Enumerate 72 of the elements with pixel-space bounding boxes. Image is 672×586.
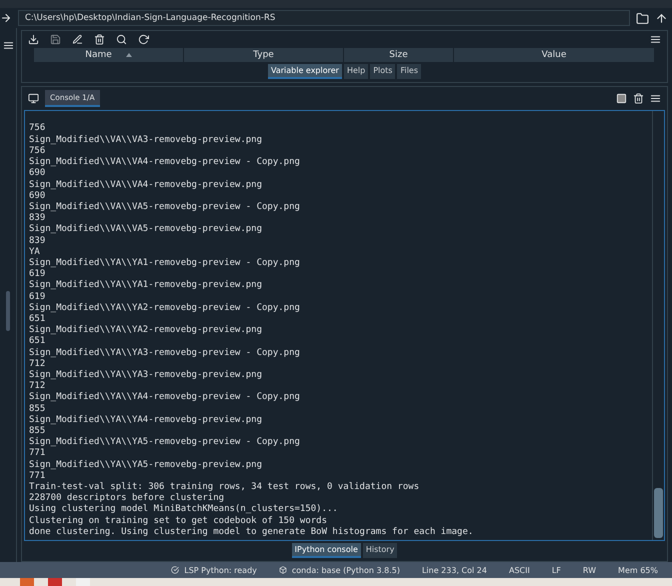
console-output-line: 839: [29, 213, 46, 224]
console-output-line: Sign_Modified\\YA\\YA3-removebg-preview.png: [29, 370, 263, 381]
up-arrow-icon[interactable]: [655, 12, 668, 24]
console-output-line: Sign_Modified\\VA\\VA5-removebg-preview - Copy.png: [29, 202, 301, 213]
console-output-line: 228700 descriptors before clustering: [29, 493, 226, 504]
console-output-line: YA: [29, 246, 41, 258]
console-output-line: Sign_Modified\\YA\\YA3-removebg-preview - Copy.png: [29, 348, 301, 359]
pane-tab[interactable]: Variable explorer: [268, 64, 342, 79]
status-text: Line 233, Col 24: [422, 566, 487, 574]
console-output-line: Sign_Modified\\YA\\YA1-removebg-preview.png: [29, 280, 263, 292]
console-output-line: Sign_Modified\\YA\\YA1-removebg-preview - Copy.png: [29, 258, 301, 269]
console-output-line: Sign_Modified\\YA\\YA4-removebg-preview - Copy.png: [29, 392, 301, 404]
console-output-line: 651: [29, 336, 46, 348]
status-text: LF: [552, 566, 561, 574]
console-output-line: Sign_Modified\\YA\\YA5-removebg-preview.png: [29, 460, 263, 471]
console-output-line: 756: [29, 146, 46, 157]
arrow-icon[interactable]: [0, 12, 12, 24]
pane-tab[interactable]: Help: [344, 64, 368, 79]
package-icon: [278, 566, 287, 574]
console-output-line: Sign_Modified\\VA\\VA5-removebg-preview.png: [29, 224, 263, 236]
download-icon[interactable]: [28, 34, 39, 45]
refresh-icon[interactable]: [138, 34, 149, 45]
status-text: RW: [582, 566, 596, 574]
status-text: ASCII: [508, 566, 530, 574]
window-icon[interactable]: [28, 93, 39, 104]
console-output-line: Clustering on training set to get codebook of 150 words: [29, 516, 328, 527]
console-output-line: 690: [29, 190, 46, 202]
pane-tab[interactable]: IPython console: [292, 543, 361, 558]
console-output-line: 771: [29, 448, 46, 460]
console-output-line: Sign_Modified\\VA\\VA4-removebg-preview - Copy.png: [29, 157, 301, 168]
scrollbar-thumb[interactable]: [6, 291, 10, 331]
scrollbar-thumb[interactable]: [654, 488, 663, 538]
menu-icon[interactable]: [2, 40, 14, 51]
console-output-line: done clustering. Using clustering model to generate BoW histograms for each image.: [29, 526, 474, 538]
menu-icon[interactable]: [650, 34, 661, 45]
edit-icon[interactable]: [72, 34, 83, 45]
console-output-line: 619: [29, 292, 46, 303]
console-output-line: 712: [29, 381, 46, 392]
console-output-line: Sign_Modified\\YA\\YA2-removebg-preview - Copy.png: [29, 302, 301, 314]
console-output-line: Using clustering model MiniBatchKMeans(n_clusters=150)...: [29, 504, 339, 516]
menu-icon[interactable]: [650, 93, 661, 104]
column-header[interactable]: Value: [454, 48, 655, 62]
console-output-line: 619: [29, 269, 46, 280]
save-icon[interactable]: [50, 34, 61, 45]
console-output-line: Train-test-val split: 306 training rows, 34 test rows, 0 validation rows: [29, 482, 420, 493]
console-output-line: 712: [29, 358, 46, 370]
console-output-line: Sign_Modified\\VA\\VA3-removebg-preview.png: [29, 134, 263, 146]
console-output-line: 839: [29, 236, 46, 247]
console-output-line: 771: [29, 470, 46, 482]
console-output-line: 756: [29, 123, 46, 135]
console-output-line: Sign_Modified\\YA\\YA4-removebg-preview.png: [29, 414, 263, 426]
console-output-line: 855: [29, 404, 46, 415]
pane-tab[interactable]: Plots: [370, 64, 396, 79]
status-text: Mem 65%: [618, 566, 658, 574]
stop-icon[interactable]: [616, 93, 627, 104]
console-output-line: Sign_Modified\\YA\\YA2-removebg-preview.png: [29, 325, 263, 336]
column-header[interactable]: Size: [344, 48, 454, 62]
pane-tab[interactable]: Files: [397, 64, 422, 79]
console-output-line: Sign_Modified\\YA\\YA5-removebg-preview - Copy.png: [29, 437, 301, 448]
status-text: conda: base (Python 3.8.5): [292, 566, 400, 574]
console-output-line: 651: [29, 314, 46, 325]
console-output-line: 690: [29, 168, 46, 180]
pane-tab[interactable]: History: [362, 543, 398, 558]
folder-icon[interactable]: [636, 12, 649, 24]
console-output-line: 855: [29, 426, 46, 437]
status-text: LSP Python: ready: [184, 566, 257, 574]
check-icon: [171, 566, 180, 574]
column-header[interactable]: Type: [184, 48, 344, 62]
path-field[interactable]: C:\Users\hp\Desktop\Indian-Sign-Language-Recognition-RS: [18, 10, 630, 26]
column-header[interactable]: Name: [34, 48, 184, 62]
search-icon[interactable]: [116, 34, 127, 45]
console-output-line: Sign_Modified\\VA\\VA4-removebg-preview.png: [29, 180, 263, 191]
